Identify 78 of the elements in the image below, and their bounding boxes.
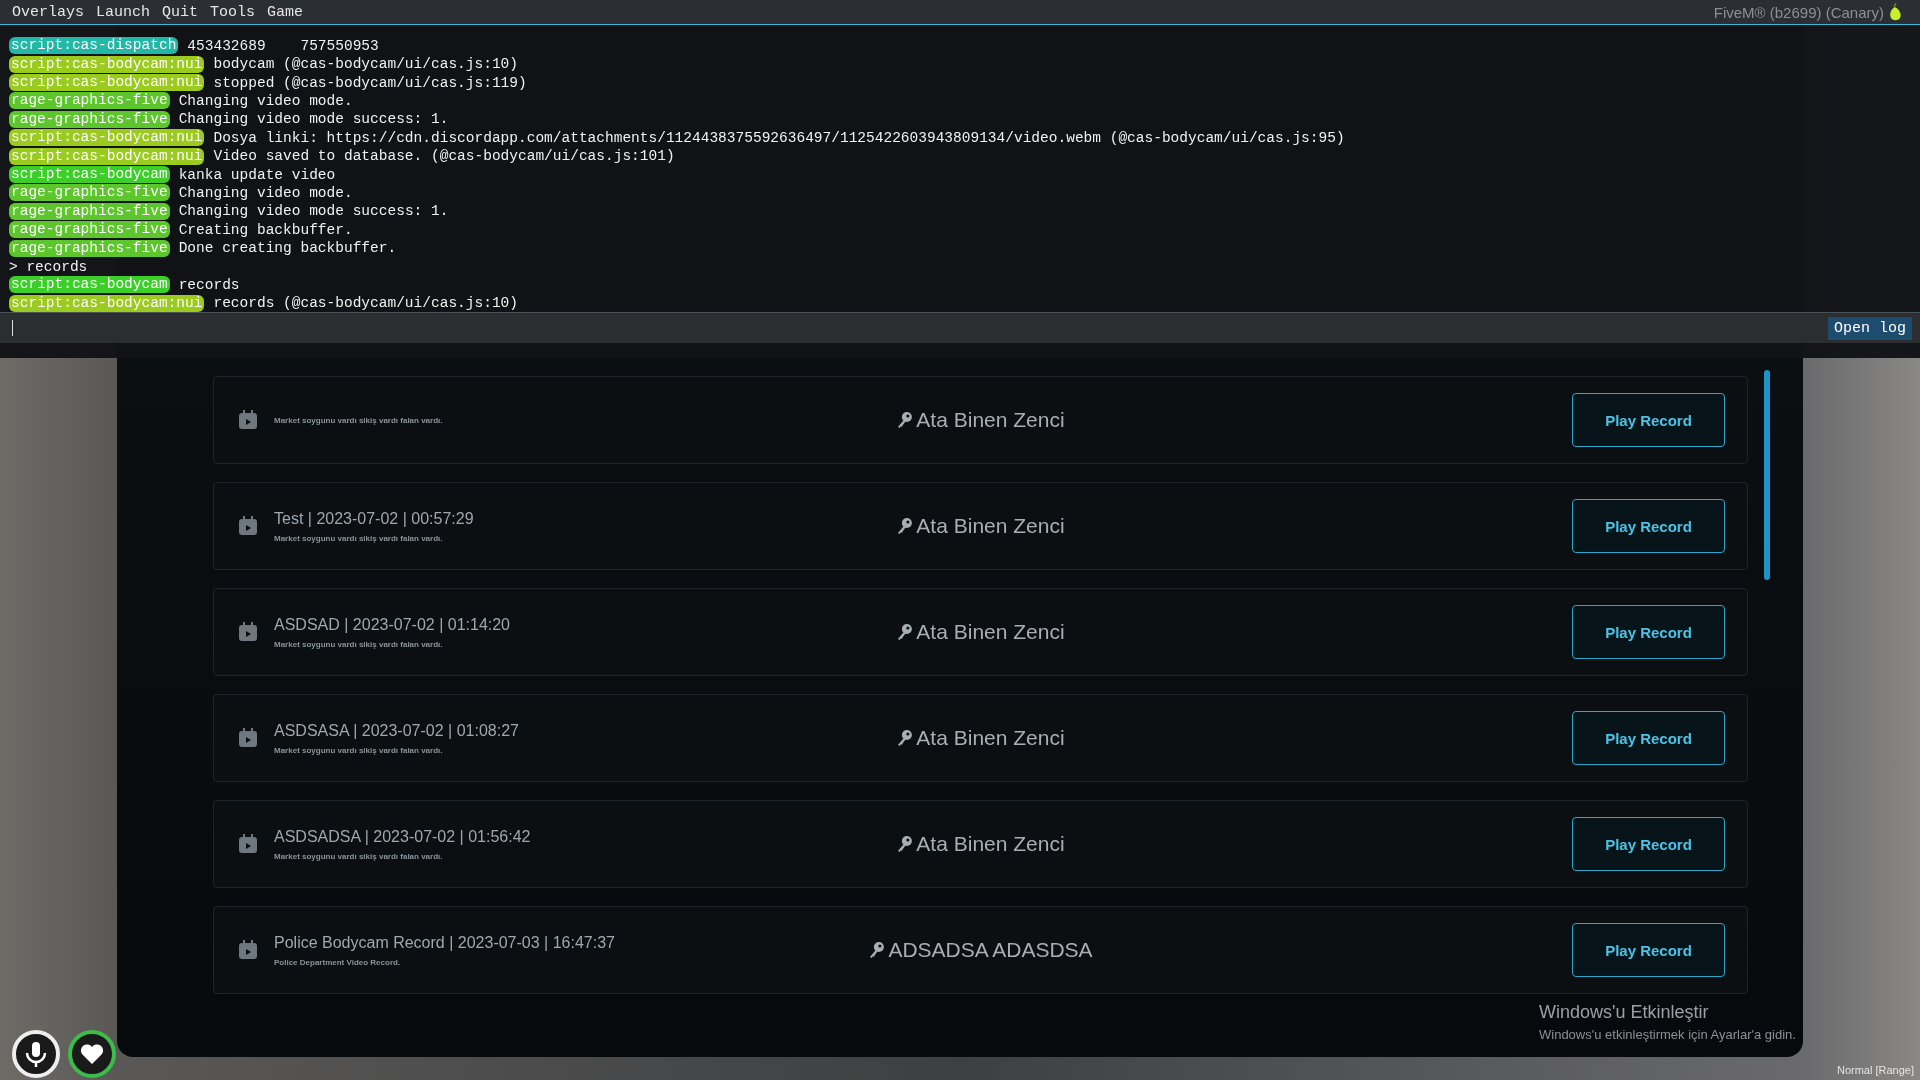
key-icon bbox=[896, 517, 913, 535]
key-icon bbox=[868, 941, 885, 959]
record-owner: Ata Binen Zenci bbox=[916, 408, 1065, 432]
console-input[interactable]: Open log bbox=[0, 312, 1920, 343]
key-icon bbox=[896, 411, 913, 429]
log-message: stopped (@cas-bodycam/ui/cas.js:119) bbox=[213, 74, 527, 91]
log-tag: script:cas-bodycam:nui bbox=[9, 55, 205, 73]
record-title: ASDSASA | 2023-07-02 | 01:08:27 bbox=[274, 721, 520, 740]
log-tag: rage-graphics-five bbox=[9, 202, 170, 220]
play-record-button[interactable]: Play Record bbox=[1572, 711, 1725, 765]
play-record-button[interactable]: Play Record bbox=[1572, 923, 1725, 977]
log-message: Changing video mode. bbox=[178, 184, 353, 201]
log-message: Changing video mode success: 1. bbox=[178, 203, 449, 220]
key-icon bbox=[896, 623, 913, 641]
log-message: Video saved to database. (@cas-bodycam/ui/cas.js:101) bbox=[213, 148, 675, 165]
record-owner: Ata Binen Zenci bbox=[916, 832, 1065, 856]
log-tag: rage-graphics-five bbox=[9, 184, 170, 202]
menu-item[interactable]: Quit bbox=[156, 3, 205, 21]
command-text: > records bbox=[9, 258, 88, 275]
activation-text: Windows'u etkinleştirmek için Ayarlar'a gidin. bbox=[1539, 1027, 1796, 1042]
log-tag: rage-graphics-five bbox=[9, 92, 170, 110]
log-message: Changing video mode success: 1. bbox=[178, 111, 449, 128]
record-description: Police Department Video Record. bbox=[274, 957, 402, 967]
log-message: kanka update video bbox=[178, 166, 336, 183]
log-tag: rage-graphics-five bbox=[9, 221, 170, 239]
calendar-icon bbox=[238, 516, 258, 536]
calendar-icon bbox=[238, 410, 258, 430]
log-message: bodycam (@cas-bodycam/ui/cas.js:10) bbox=[213, 56, 518, 73]
microphone-icon bbox=[12, 1030, 60, 1078]
calendar-icon bbox=[238, 940, 258, 960]
play-record-button[interactable]: Play Record bbox=[1572, 499, 1725, 553]
play-record-button[interactable]: Play Record bbox=[1572, 393, 1725, 447]
menu-item[interactable]: Game bbox=[261, 3, 310, 21]
record-owner: Ata Binen Zenci bbox=[916, 514, 1065, 538]
activation-title: Windows'u Etkinleştir bbox=[1539, 1002, 1710, 1023]
record-description: Market soygunu vardı sikiş vardı falan vardı. bbox=[274, 851, 444, 861]
record-description: Market soygunu vardı sikiş vardı falan vardı. bbox=[274, 639, 444, 649]
menu-item[interactable]: Tools bbox=[204, 3, 262, 21]
key-icon bbox=[896, 835, 913, 853]
log-tag: script:cas-bodycam:nui bbox=[9, 129, 205, 147]
record-owner: Ata Binen Zenci bbox=[916, 620, 1065, 644]
pear-icon bbox=[1888, 3, 1902, 21]
record-description: Market soygunu vardı sikiş vardı falan vardı. bbox=[274, 533, 444, 543]
log-tag: rage-graphics-five bbox=[9, 110, 170, 128]
log-message: 453432689 757550953 bbox=[187, 37, 379, 54]
menu-item[interactable]: Overlays bbox=[6, 3, 90, 21]
log-tag: script:cas-bodycam:nui bbox=[9, 294, 205, 312]
scrollbar[interactable] bbox=[1764, 370, 1770, 580]
record-title: Test | 2023-07-02 | 00:57:29 bbox=[274, 509, 475, 528]
play-record-button[interactable]: Play Record bbox=[1572, 605, 1725, 659]
key-icon bbox=[896, 729, 913, 747]
app-title: FiveM® (b2699) (Canary) bbox=[1713, 3, 1884, 21]
open-log-button[interactable]: Open log bbox=[1828, 316, 1912, 340]
log-tag: rage-graphics-five bbox=[9, 239, 170, 257]
log-tag: script:cas-bodycam bbox=[9, 276, 170, 294]
log-tag: script:cas-bodycam bbox=[9, 166, 170, 184]
record-title: ASDSADSA | 2023-07-02 | 01:56:42 bbox=[274, 827, 532, 846]
log-message: Changing video mode. bbox=[178, 92, 353, 109]
play-record-button[interactable]: Play Record bbox=[1572, 817, 1725, 871]
voice-mode-label: Normal [Range] bbox=[1836, 1064, 1914, 1076]
log-message: Dosya linki: https://cdn.discordapp.com/attachments/1124438375592636497/1125422603943809134/video.webm (@cas-bodycam/ui/cas.js:95) bbox=[213, 129, 1345, 146]
calendar-icon bbox=[238, 622, 258, 642]
record-description: Market soygunu vardı sikiş vardı falan vardı. bbox=[274, 415, 444, 425]
log-message: Creating backbuffer. bbox=[178, 221, 353, 238]
calendar-icon bbox=[238, 728, 258, 748]
log-tag: script:cas-bodycam:nui bbox=[9, 147, 205, 165]
log-tag: script:cas-bodycam:nui bbox=[9, 74, 205, 91]
log-tag: script:cas-dispatch bbox=[9, 37, 179, 55]
menu-item[interactable]: Launch bbox=[90, 3, 157, 21]
log-message: records bbox=[178, 277, 240, 293]
record-title: Police Bodycam Record | 2023-07-03 | 16:47:37 bbox=[274, 933, 616, 952]
record-title: ASDSAD | 2023-07-02 | 01:14:20 bbox=[274, 615, 511, 634]
record-description: Market soygunu vardı sikiş vardı falan vardı. bbox=[274, 745, 444, 755]
calendar-icon bbox=[238, 834, 258, 854]
record-owner: ADSADSA ADASDSA bbox=[888, 938, 1093, 962]
record-owner: Ata Binen Zenci bbox=[916, 726, 1065, 750]
log-message: records (@cas-bodycam/ui/cas.js:10) bbox=[213, 295, 518, 312]
log-message: Done creating backbuffer. bbox=[178, 240, 397, 257]
